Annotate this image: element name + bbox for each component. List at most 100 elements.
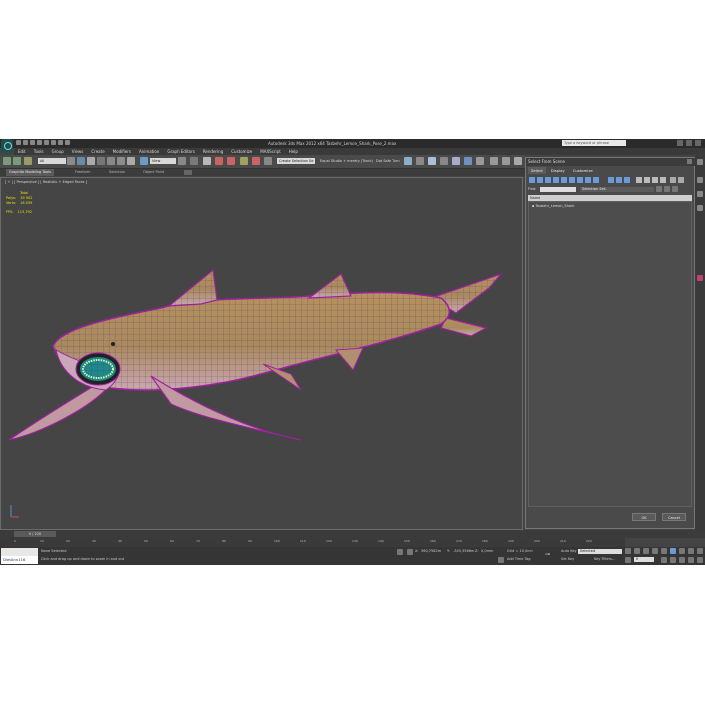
select-manipulate-icon[interactable]	[140, 157, 148, 165]
selection-set-add-icon[interactable]	[664, 186, 670, 192]
maximize-viewport-icon[interactable]	[697, 557, 703, 563]
menu-create[interactable]: Create	[91, 148, 104, 155]
goto-end-icon[interactable]	[661, 548, 667, 554]
edit-named-selection-icon[interactable]	[240, 157, 248, 165]
schematic-view-icon[interactable]	[440, 157, 448, 165]
dialog-close-icon[interactable]	[687, 159, 692, 164]
filter-cameras-icon[interactable]	[553, 177, 559, 183]
selection-filter-select[interactable]: All	[38, 158, 66, 164]
filter-xrefs-icon[interactable]	[585, 177, 591, 183]
pan-view-icon[interactable]	[679, 557, 685, 563]
menu-help[interactable]: Help	[289, 148, 298, 155]
tab-graphite-modeling-tools[interactable]: Graphite Modeling Tools	[6, 169, 55, 176]
menu-edit[interactable]: Edit	[18, 148, 26, 155]
named-selection-set-input[interactable]: Create Selection Se	[277, 158, 315, 164]
menu-views[interactable]: Views	[72, 148, 84, 155]
snaps-toggle-icon[interactable]	[190, 157, 198, 165]
zoom-extents-icon[interactable]	[688, 548, 694, 554]
render-iterative-icon[interactable]	[502, 157, 510, 165]
current-frame-field[interactable]: 0	[634, 557, 654, 562]
menu-group[interactable]: Group	[52, 148, 64, 155]
dialog-tab-select[interactable]: Select	[528, 167, 546, 174]
render-production-icon[interactable]	[490, 157, 498, 165]
filter-spacewarps-icon[interactable]	[569, 177, 575, 183]
perspective-viewport[interactable]: [ + ] [ Perspective ] [ Realistic + Edge…	[0, 177, 523, 530]
display-influences-icon[interactable]	[644, 177, 650, 183]
time-slider-thumb[interactable]: 0 / 220	[14, 531, 56, 537]
unlink-icon[interactable]	[13, 157, 21, 165]
key-mode-icon[interactable]: ⊸	[545, 551, 550, 558]
menu-rendering[interactable]: Rendering	[203, 148, 223, 155]
key-mode-toggle-icon[interactable]	[625, 557, 631, 563]
rectangular-selection-icon[interactable]	[87, 157, 95, 165]
field-of-view-icon[interactable]	[670, 557, 676, 563]
align-icon[interactable]	[264, 157, 272, 165]
safe-frame-label[interactable]: Dot Safe Turn	[376, 158, 400, 164]
dialog-tab-customize[interactable]: Customize	[570, 167, 596, 174]
previous-frame-icon[interactable]	[634, 548, 640, 554]
menu-maxscript[interactable]: MAXScript	[260, 148, 281, 155]
undo-icon[interactable]	[37, 140, 42, 145]
motion-panel-icon[interactable]	[697, 205, 703, 211]
time-slider[interactable]: 0 / 220	[0, 530, 705, 538]
render-activeshade-icon[interactable]	[514, 157, 522, 165]
modify-panel-icon[interactable]	[697, 177, 703, 183]
selection-set-remove-icon[interactable]	[672, 186, 678, 192]
hold-icon[interactable]	[51, 140, 56, 145]
filter-shapes-icon[interactable]	[537, 177, 543, 183]
angle-snap-icon[interactable]	[203, 157, 211, 165]
track-bar[interactable]: 0 10 20 30 40 50 60 70 80 90 100 110 120…	[0, 538, 625, 547]
time-tag-icon[interactable]	[498, 557, 504, 563]
curve-editor-icon[interactable]	[428, 157, 436, 165]
list-item[interactable]: ▪ Tasbehr_Lemon_Shark	[532, 204, 574, 208]
rendered-frame-window-icon[interactable]	[476, 157, 484, 165]
maxscript-mini-listener[interactable]: DietAnn116	[1, 556, 38, 564]
set-key-button[interactable]: Set Key	[561, 557, 574, 561]
goto-start-icon[interactable]	[625, 548, 631, 554]
mirror-icon[interactable]	[252, 157, 260, 165]
z-coordinate-field[interactable]: 0,0mm	[481, 549, 493, 553]
tab-object-paint[interactable]: Object Paint	[140, 169, 167, 176]
select-move-icon[interactable]	[107, 157, 115, 165]
ok-button[interactable]: OK	[632, 513, 656, 521]
material-editor-icon[interactable]	[452, 157, 460, 165]
layer-manager-icon[interactable]	[404, 157, 412, 165]
app-logo-icon[interactable]	[1, 139, 13, 153]
select-invert-icon[interactable]	[624, 177, 630, 183]
tab-freeform[interactable]: Freeform	[72, 169, 94, 176]
save-file-icon[interactable]	[30, 140, 35, 145]
ribbon-toggle-icon[interactable]	[184, 170, 192, 175]
filter-helpers-icon[interactable]	[561, 177, 567, 183]
lock-selection-icon[interactable]	[397, 549, 403, 555]
help-search-input[interactable]: Type a keyword or phrase	[562, 140, 626, 146]
filter-lights-icon[interactable]	[545, 177, 551, 183]
menu-customize[interactable]: Customize	[231, 148, 252, 155]
next-frame-icon[interactable]	[652, 548, 658, 554]
menu-tools[interactable]: Tools	[34, 148, 44, 155]
menu-animation[interactable]: Animation	[139, 148, 159, 155]
new-file-icon[interactable]	[16, 140, 21, 145]
render-preset-label[interactable]: Equal Studio + mentry (Track)	[320, 158, 373, 164]
add-time-tag[interactable]: Add Time Tag	[507, 557, 531, 561]
orbit-icon[interactable]	[688, 557, 694, 563]
filter-groups-icon[interactable]	[577, 177, 583, 183]
find-case-icon[interactable]	[678, 177, 684, 183]
render-setup-icon[interactable]	[464, 157, 472, 165]
create-panel-icon[interactable]	[697, 159, 703, 165]
minimize-icon[interactable]	[677, 140, 683, 146]
tab-selection[interactable]: Selection	[106, 169, 128, 176]
scene-object-list[interactable]: ▪ Tasbehr_Lemon_Shark	[528, 201, 692, 507]
graphite-toggle-icon[interactable]	[416, 157, 424, 165]
auto-key-button[interactable]: Auto Key	[561, 549, 577, 553]
maximize-icon[interactable]	[686, 140, 692, 146]
time-configuration-icon[interactable]	[661, 557, 667, 563]
find-input[interactable]	[540, 187, 576, 192]
key-filters-button[interactable]: Key Filters...	[594, 557, 615, 561]
play-icon[interactable]	[643, 548, 649, 554]
hierarchy-panel-icon[interactable]	[697, 191, 703, 197]
key-selection-select[interactable]: Selected	[578, 549, 622, 554]
link-icon[interactable]	[3, 157, 11, 165]
open-file-icon[interactable]	[23, 140, 28, 145]
menu-graph-editors[interactable]: Graph Editors	[167, 148, 194, 155]
window-crossing-icon[interactable]	[97, 157, 105, 165]
